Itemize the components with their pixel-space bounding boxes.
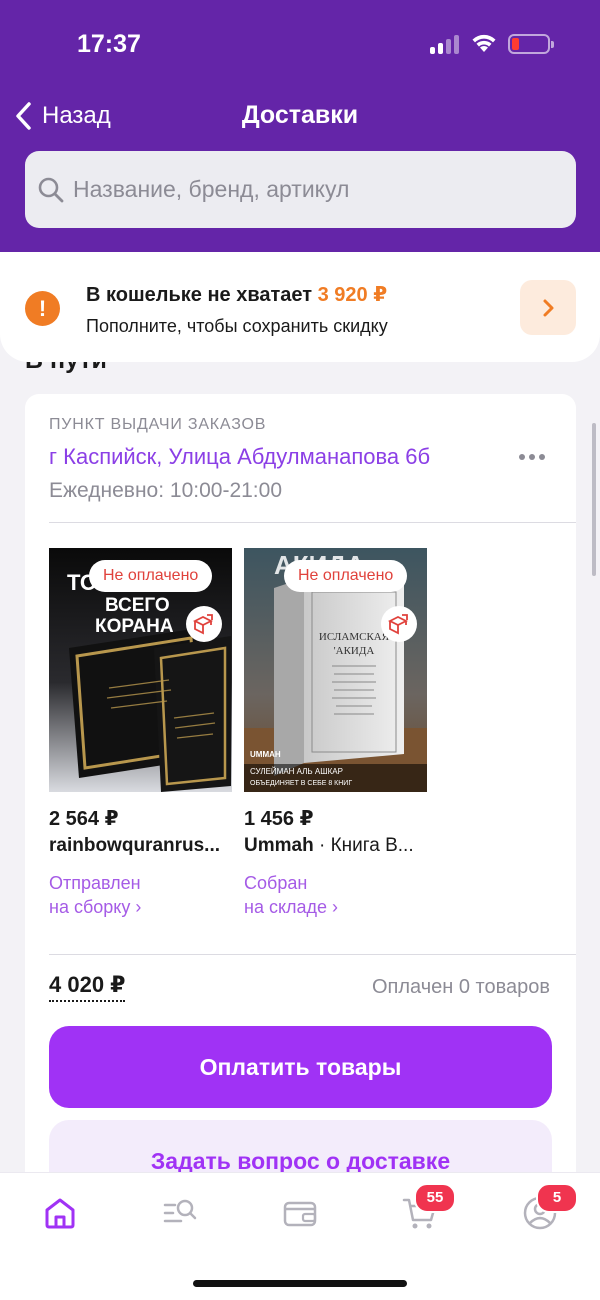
back-label: Назад	[42, 102, 111, 129]
tab-profile[interactable]: 5	[520, 1183, 578, 1233]
status-line-1: Отправлен	[49, 873, 141, 893]
search-input[interactable]	[73, 176, 543, 203]
product-seller: rainbowquranrus...	[49, 835, 221, 856]
box-icon	[186, 606, 222, 642]
catalog-search-icon	[163, 1199, 197, 1223]
wallet-icon	[283, 1201, 317, 1227]
wallet-title-text: В кошельке не хватает	[86, 284, 313, 306]
header: 17:37 Назад Доставки	[0, 0, 600, 252]
divider	[49, 954, 576, 955]
product-status-link[interactable]: Отправлен на сборку ›	[49, 871, 232, 919]
wallet-title: В кошельке не хватает 3 920 ₽	[86, 282, 387, 307]
box-icon	[381, 606, 417, 642]
more-icon[interactable]	[519, 454, 545, 460]
battery-icon	[508, 34, 554, 54]
wifi-icon	[472, 34, 496, 52]
unpaid-badge: Не оплачено	[89, 560, 213, 592]
signal-icon	[430, 34, 462, 54]
home-icon	[45, 1198, 75, 1229]
status-line-2: на складе ›	[244, 897, 339, 917]
cover-caption-1: СУЛЕЙМАН АЛЬ АШКАР	[250, 767, 343, 776]
chevron-left-icon	[16, 102, 31, 130]
cover-publisher: UMMAH	[250, 750, 281, 759]
cover-line-2: КОРАНА	[95, 616, 174, 637]
pickup-label: ПУНКТ ВЫДАЧИ ЗАКАЗОВ	[49, 416, 267, 433]
chevron-right-icon	[543, 299, 554, 316]
product-card[interactable]: АКИДА ИСЛАМСКАЯ 'АКИДА UMMAH СУЛЕЙМАН	[244, 548, 427, 919]
alert-icon: !	[25, 291, 60, 326]
home-indicator	[193, 1280, 407, 1287]
product-title: · Книга В...	[313, 835, 414, 856]
product-price: 2 564 ₽	[49, 808, 119, 830]
unpaid-badge: Не оплачено	[284, 560, 408, 592]
cover-line-1: ВСЕГО	[105, 595, 170, 616]
product-seller: Ummah	[244, 835, 314, 856]
tab-cart[interactable]: 55	[400, 1183, 456, 1233]
wallet-amount: 3 920 ₽	[317, 284, 388, 306]
product-price: 1 456 ₽	[244, 808, 314, 830]
status-line-1: Собран	[244, 873, 308, 893]
order-total[interactable]: 4 020 ₽	[49, 972, 126, 1002]
svg-text:'АКИДА: 'АКИДА	[334, 645, 375, 657]
wallet-topup-button[interactable]	[520, 280, 576, 335]
product-card[interactable]: ТО ВСЕГО КОРАНА Не оплачено 2 564 ₽ rain…	[49, 548, 232, 919]
delivery-card: ПУНКТ ВЫДАЧИ ЗАКАЗОВ г Каспийск, Улица А…	[25, 394, 576, 1202]
tab-wallet[interactable]	[280, 1193, 320, 1233]
tab-home[interactable]	[40, 1193, 80, 1233]
tab-catalog[interactable]	[160, 1193, 200, 1233]
cart-badge: 55	[414, 1183, 456, 1213]
profile-badge: 5	[536, 1183, 578, 1213]
product-name: Ummah · Книга В...	[244, 835, 427, 857]
cover-caption-2: ОБЪЕДИНЯЕТ В СЕБЕ 8 КНИГ	[250, 780, 352, 787]
search-icon	[38, 177, 64, 202]
pickup-address[interactable]: г Каспийск, Улица Абдулманапова 6б	[49, 444, 430, 470]
paid-count: Оплачен 0 товаров	[371, 976, 550, 998]
svg-text:ИСЛАМСКАЯ: ИСЛАМСКАЯ	[319, 631, 390, 643]
product-image[interactable]: АКИДА ИСЛАМСКАЯ 'АКИДА UMMAH СУЛЕЙМАН	[244, 548, 427, 792]
pickup-hours: Ежедневно: 10:00-21:00	[49, 479, 282, 502]
divider	[49, 522, 576, 523]
product-image[interactable]: ТО ВСЕГО КОРАНА Не оплачено	[49, 548, 232, 792]
pay-button[interactable]: Оплатить товары	[49, 1026, 552, 1108]
status-time: 17:37	[77, 30, 141, 58]
wallet-banner[interactable]: ! В кошельке не хватает 3 920 ₽ Пополнит…	[0, 252, 600, 362]
wallet-subtitle: Пополните, чтобы сохранить скидку	[86, 316, 388, 336]
product-status-link[interactable]: Собран на складе ›	[244, 871, 427, 919]
back-button[interactable]: Назад	[14, 96, 111, 136]
status-line-2: на сборку ›	[49, 897, 142, 917]
search-bar[interactable]	[25, 151, 576, 228]
product-name: rainbowquranrus...	[49, 835, 232, 857]
scrollbar[interactable]	[592, 423, 596, 576]
